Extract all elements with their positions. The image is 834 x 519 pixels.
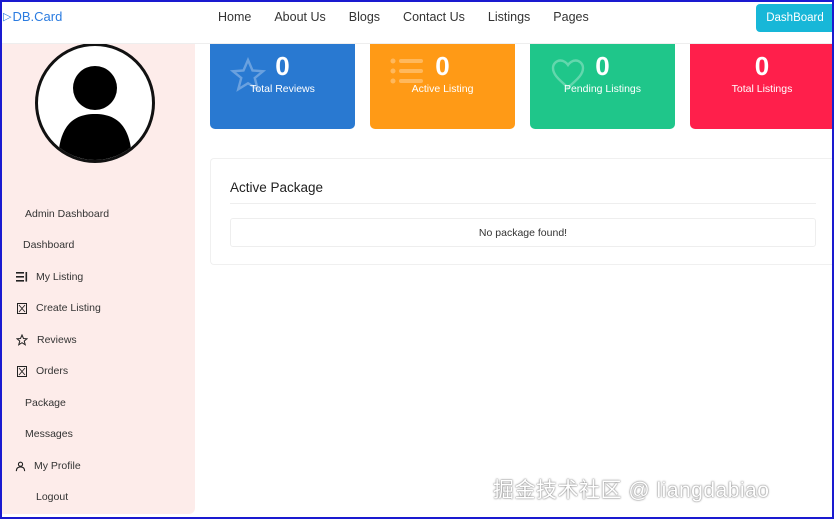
- sidebar-item-admin-dashboard[interactable]: Admin Dashboard: [25, 208, 109, 220]
- stat-label: Total Reviews: [250, 83, 315, 95]
- stat-card-total-listings: 0 Total Listings: [690, 43, 834, 129]
- sidebar-item-label: Admin Dashboard: [25, 208, 110, 220]
- sidebar-item-create-listing[interactable]: Create Listing: [15, 302, 101, 314]
- brand-name: DB.Card: [12, 9, 63, 24]
- star-icon: [15, 334, 29, 346]
- stat-card-total-reviews: 0 Total Reviews: [210, 43, 355, 129]
- sidebar-item-label: Reviews: [37, 334, 77, 346]
- stat-label: Total Listings: [731, 83, 793, 95]
- sidebar-item-logout[interactable]: Logout: [36, 491, 68, 503]
- sidebar-item-messages[interactable]: Messages: [25, 428, 73, 440]
- stat-label: Pending Listings: [563, 83, 642, 95]
- panel-title: Active Package: [230, 180, 324, 195]
- sidebar-item-label: My Profile: [34, 460, 81, 472]
- stat-value: 0: [754, 51, 770, 81]
- sidebar-item-label: Logout: [36, 491, 69, 503]
- user-silhouette-icon: [58, 66, 132, 160]
- divider: [230, 203, 816, 204]
- stat-value: 0: [435, 51, 450, 81]
- stat-value: 0: [275, 51, 290, 81]
- empty-package-message: No package found!: [230, 218, 816, 247]
- sidebar-item-my-profile[interactable]: My Profile: [13, 460, 81, 472]
- list-icon: [15, 272, 29, 282]
- nav-link-listings[interactable]: Listings: [488, 10, 530, 24]
- brand-logo[interactable]: ▷ DB.Card: [3, 9, 62, 24]
- sidebar: Admin Dashboard Dashboard My Listing Cre…: [0, 43, 195, 514]
- hourglass-icon: [15, 302, 29, 314]
- nav-link-contact-us[interactable]: Contact Us: [403, 10, 465, 24]
- sidebar-item-reviews[interactable]: Reviews: [15, 334, 77, 346]
- active-package-panel: Active Package No package found!: [210, 158, 834, 265]
- top-navbar: ▷ DB.Card Home About Us Blogs Contact Us…: [0, 0, 834, 44]
- stat-card-pending-listings: 0 Pending Listings: [530, 43, 675, 129]
- sidebar-item-orders[interactable]: Orders: [15, 365, 68, 377]
- nav-links: Home About Us Blogs Contact Us Listings …: [218, 10, 612, 24]
- sidebar-item-label: My Listing: [36, 271, 84, 283]
- nav-link-pages[interactable]: Pages: [553, 10, 588, 24]
- user-icon: [13, 461, 27, 472]
- sidebar-item-label: Create Listing: [36, 302, 101, 314]
- sidebar-item-label: Orders: [36, 365, 69, 377]
- sidebar-item-package[interactable]: Package: [25, 397, 66, 409]
- hourglass-icon: [15, 365, 29, 377]
- sidebar-item-my-listing[interactable]: My Listing: [15, 271, 83, 283]
- nav-link-about-us[interactable]: About Us: [274, 10, 325, 24]
- sidebar-item-label: Messages: [25, 428, 73, 440]
- broken-image-icon: ▷: [3, 11, 12, 23]
- sidebar-item-dashboard[interactable]: Dashboard: [23, 239, 74, 251]
- stat-label: Active Listing: [411, 83, 474, 95]
- stat-value: 0: [595, 51, 610, 81]
- dashboard-button[interactable]: DashBoard: [756, 4, 834, 32]
- avatar[interactable]: [35, 43, 155, 163]
- nav-link-blogs[interactable]: Blogs: [349, 10, 380, 24]
- sidebar-item-label: Package: [25, 397, 66, 409]
- credit-watermark: 掘金技术社区 @ liangdabiao: [493, 479, 770, 502]
- sidebar-item-label: Dashboard: [23, 239, 75, 251]
- stat-card-active-listing: 0 Active Listing: [370, 43, 515, 129]
- nav-link-home[interactable]: Home: [218, 10, 251, 24]
